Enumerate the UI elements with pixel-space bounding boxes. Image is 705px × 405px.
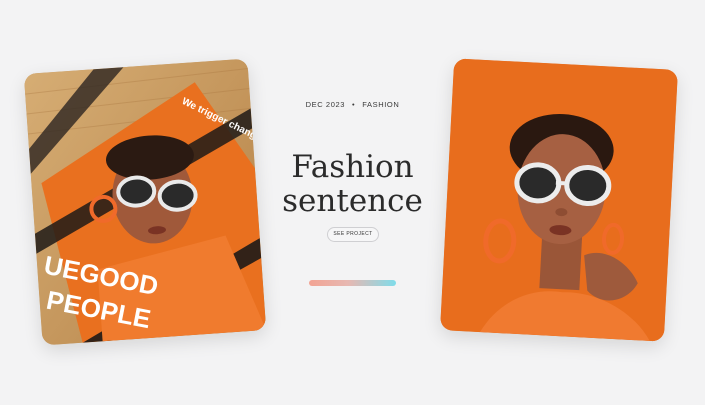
portrait-photo	[440, 58, 678, 342]
title-line-2: sentence	[282, 183, 423, 219]
see-project-button[interactable]: SEE PROJECT	[327, 227, 379, 242]
right-photo-card[interactable]	[440, 58, 678, 342]
project-title: Fashion sentence	[250, 150, 455, 218]
meta-separator: •	[352, 100, 356, 109]
project-category: FASHION	[362, 100, 400, 109]
title-line-1: Fashion	[291, 149, 414, 185]
slider-progress-bar[interactable]	[309, 280, 396, 286]
project-date: DEC 2023	[305, 100, 346, 109]
